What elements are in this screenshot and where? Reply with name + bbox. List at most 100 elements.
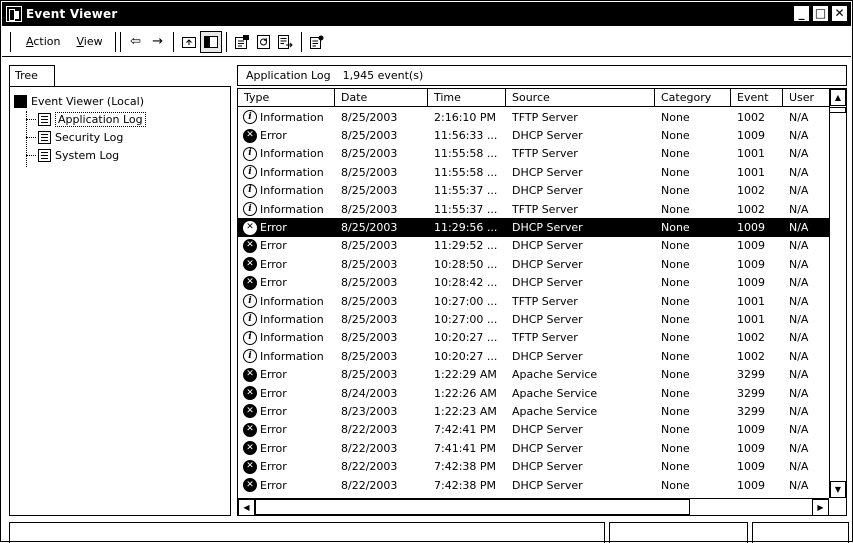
table-row[interactable]: ✕ Error 8/25/2003 11:29:52 ... DHCP Server No…	[238, 237, 829, 255]
table-row[interactable]: i Information 8/25/2003 11:55:58 ... TFTP Se…	[238, 145, 829, 163]
cell-category: None	[655, 368, 731, 381]
cell-date: 8/22/2003	[335, 442, 428, 455]
status-bar	[9, 522, 849, 543]
table-row[interactable]: ✕ Error 8/25/2003 11:56:33 ... DHCP Server No…	[238, 126, 829, 144]
cell-category: None	[655, 331, 731, 344]
cell-type: ✕ Error	[238, 459, 335, 474]
column-header-category[interactable]: Category	[655, 89, 731, 107]
cell-source: DHCP Server	[506, 276, 655, 289]
cell-text: Error	[260, 404, 287, 418]
horizontal-scrollbar[interactable]: ◀ ▶	[238, 498, 829, 515]
cell-user: N/A	[783, 295, 829, 308]
maximize-button[interactable]: □	[812, 5, 829, 22]
error-icon: ✕	[243, 257, 257, 272]
cell-text: None	[661, 147, 690, 161]
table-row[interactable]: ✕ Error 8/22/2003 7:42:38 PM DHCP Server None…	[238, 476, 829, 494]
cell-text: 1001	[737, 294, 765, 308]
cell-category: None	[655, 295, 731, 308]
cell-text: 7:42:41 PM	[434, 423, 497, 437]
table-row[interactable]: ✕ Error 8/23/2003 1:22:23 AM Apache Service N…	[238, 402, 829, 420]
tree-item-application-log[interactable]: Application Log	[38, 110, 146, 128]
scroll-down-button[interactable]: ▼	[830, 481, 846, 498]
table-row[interactable]: i Information 8/25/2003 11:55:37 ... DHCP Se…	[238, 182, 829, 200]
cell-source: DHCP Server	[506, 350, 655, 363]
column-header-time[interactable]: Time	[428, 89, 506, 107]
table-row[interactable]: ✕ Error 8/22/2003 7:42:38 PM DHCP Server None…	[238, 457, 829, 475]
table-row[interactable]: ✕ Error 8/25/2003 10:28:42 ... DHCP Server No…	[238, 274, 829, 292]
tree-item-security-log[interactable]: Security Log	[38, 128, 123, 146]
forward-button[interactable]: →	[147, 31, 169, 53]
tab-tree[interactable]: Tree	[9, 65, 55, 87]
table-row[interactable]: i Information 8/25/2003 10:27:00 ... TFTP Se…	[238, 292, 829, 310]
show-hide-tree-button[interactable]	[199, 30, 222, 53]
column-header-event[interactable]: Event	[731, 89, 783, 107]
scroll-right-button[interactable]: ▶	[812, 499, 829, 515]
scroll-thumb[interactable]	[830, 107, 846, 113]
cell-date: 8/24/2003	[335, 387, 428, 400]
cell-text: None	[661, 202, 690, 216]
cell-event: 1001	[731, 166, 783, 179]
event-list[interactable]: Type Date Time Source Category Event Use…	[237, 88, 847, 516]
table-row[interactable]: ✕ Error 8/25/2003 11:29:56 ... DHCP Server No…	[238, 218, 829, 237]
tree-connector	[26, 137, 36, 138]
vertical-scrollbar[interactable]: ▲ ▼	[829, 89, 846, 498]
cell-text: 8/25/2003	[341, 147, 398, 161]
cell-text: 8/25/2003	[341, 129, 398, 143]
cell-source: Apache Service	[506, 405, 655, 418]
column-header-source[interactable]: Source	[506, 89, 655, 107]
column-header-date[interactable]: Date	[335, 89, 428, 107]
tree-item-root[interactable]: Event Viewer (Local)	[14, 92, 144, 110]
status-panel	[752, 522, 849, 543]
table-row[interactable]: ✕ Error 8/22/2003 7:41:41 PM DHCP Server None…	[238, 439, 829, 457]
table-row[interactable]: i Information 8/25/2003 11:55:37 ... TFTP Se…	[238, 200, 829, 218]
cell-text: 1:22:23 AM	[434, 404, 497, 418]
scroll-thumb[interactable]	[255, 499, 690, 515]
cell-user: N/A	[783, 479, 829, 492]
column-header-type[interactable]: Type	[238, 89, 335, 107]
table-row[interactable]: ✕ Error 8/25/2003 10:28:50 ... DHCP Server No…	[238, 255, 829, 273]
up-one-level-button[interactable]	[178, 31, 200, 53]
properties-button[interactable]	[231, 31, 253, 53]
menu-view[interactable]: View	[68, 35, 110, 48]
menu-action[interactable]: Action	[18, 35, 68, 48]
error-icon: ✕	[243, 128, 257, 143]
close-button[interactable]: ✕	[831, 5, 848, 22]
menubar-grip[interactable]	[10, 31, 12, 52]
cell-text: Apache Service	[512, 404, 598, 418]
cell-source: TFTP Server	[506, 111, 655, 124]
title-bar[interactable]: Event Viewer _ □ ✕	[2, 2, 851, 26]
cell-time: 1:22:26 AM	[428, 387, 506, 400]
export-list-button[interactable]	[275, 31, 297, 53]
cell-text: N/A	[789, 276, 809, 290]
refresh-button[interactable]	[253, 31, 275, 53]
cell-time: 7:42:41 PM	[428, 423, 506, 436]
cell-text: 3299	[737, 386, 765, 400]
cell-type: ✕ Error	[238, 257, 335, 272]
back-button[interactable]: ⇦	[125, 31, 147, 53]
table-row[interactable]: i Information 8/25/2003 10:20:27 ... DHCP Se…	[238, 347, 829, 365]
table-row[interactable]: ✕ Error 8/22/2003 7:42:41 PM DHCP Server None…	[238, 421, 829, 439]
cell-category: None	[655, 276, 731, 289]
minimize-button[interactable]: _	[793, 5, 810, 22]
scroll-up-button[interactable]: ▲	[830, 89, 846, 106]
table-row[interactable]: ✕ Error 8/25/2003 1:22:29 AM Apache Service N…	[238, 365, 829, 383]
cell-event: 1002	[731, 111, 783, 124]
column-header-user[interactable]: User	[783, 89, 829, 107]
tree-item-system-log[interactable]: System Log	[38, 146, 119, 164]
cell-text: 11:55:58 ...	[434, 147, 498, 161]
table-row[interactable]: i Information 8/25/2003 11:55:58 ... DHCP Se…	[238, 163, 829, 181]
cell-text: 10:28:42 ...	[434, 276, 498, 290]
tree-pane[interactable]: Event Viewer (Local) Application Log Sec…	[9, 86, 231, 516]
help-button[interactable]	[306, 31, 328, 53]
table-row[interactable]: i Information 8/25/2003 2:16:10 PM TFTP Serv…	[238, 108, 829, 126]
cell-text: 7:41:41 PM	[434, 441, 497, 455]
cell-date: 8/25/2003	[335, 147, 428, 160]
scroll-left-button[interactable]: ◀	[238, 499, 255, 515]
table-row[interactable]: ✕ Error 8/24/2003 1:22:26 AM Apache Service N…	[238, 384, 829, 402]
table-row[interactable]: i Information 8/25/2003 10:27:00 ... DHCP Se…	[238, 310, 829, 328]
cell-text: 1009	[737, 257, 765, 271]
toolbar-grip[interactable]	[119, 31, 121, 52]
event-viewer-app-icon[interactable]	[6, 6, 22, 22]
table-row[interactable]: i Information 8/25/2003 10:20:27 ... TFTP Se…	[238, 329, 829, 347]
cell-category: None	[655, 258, 731, 271]
